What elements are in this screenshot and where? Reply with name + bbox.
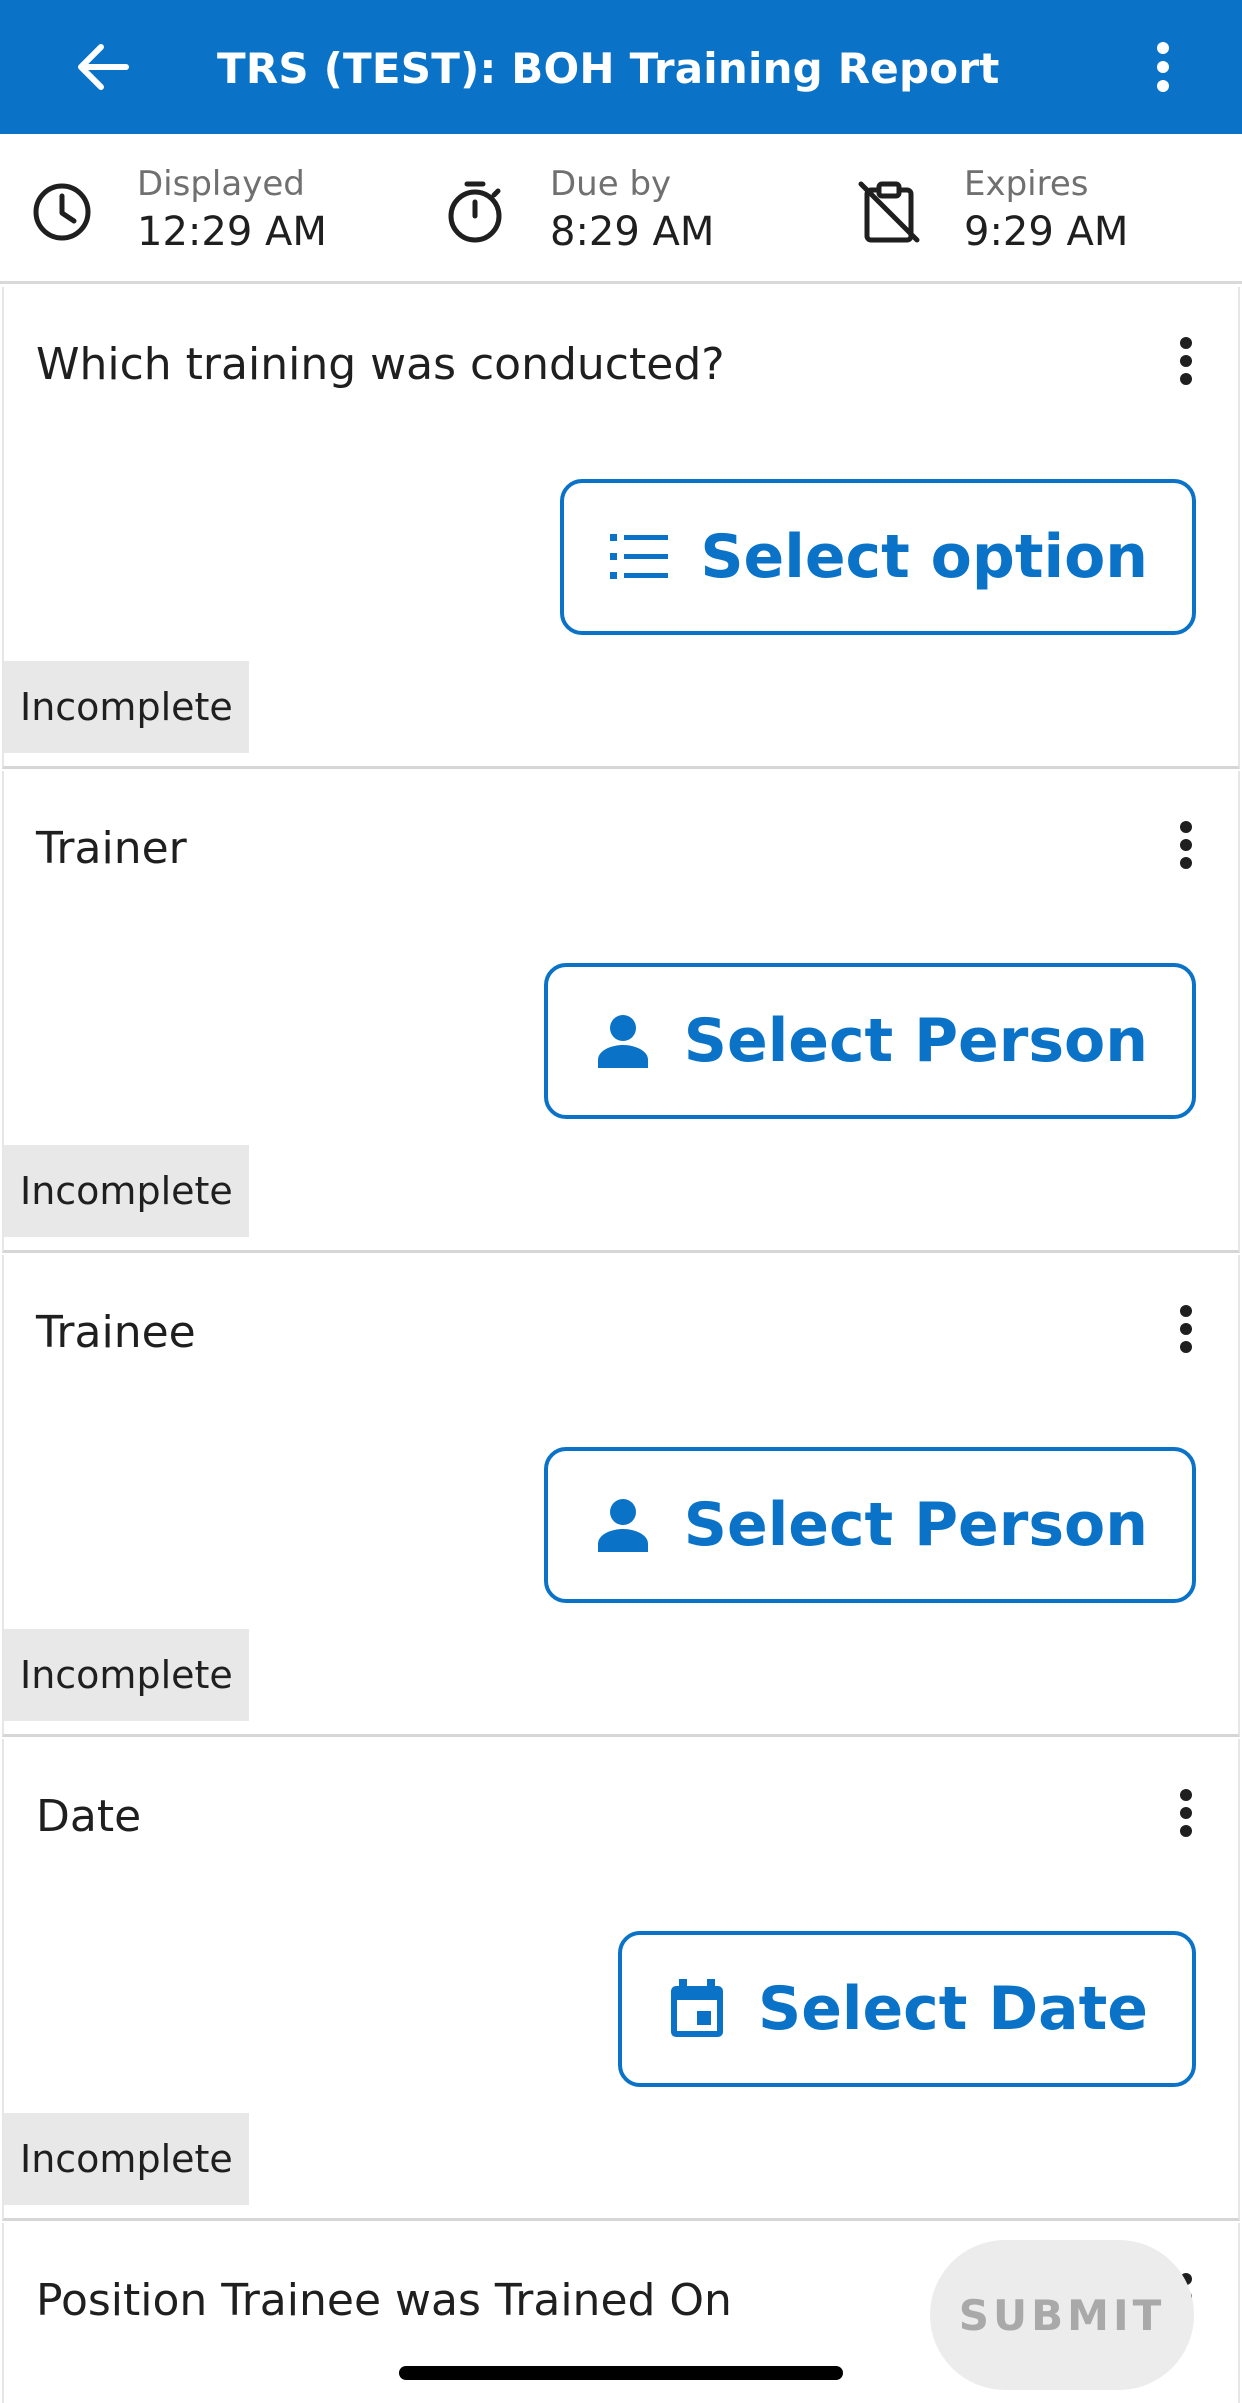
select-person-label: Select Person xyxy=(683,1490,1148,1560)
status-badge: Incomplete xyxy=(4,1145,249,1237)
expires-value: 9:29 AM xyxy=(964,209,1129,255)
calendar-icon xyxy=(666,1978,728,2040)
back-arrow-icon[interactable] xyxy=(70,34,136,100)
question-text: Date xyxy=(36,1791,142,1842)
more-vertical-icon[interactable] xyxy=(1128,34,1198,100)
select-person-button[interactable]: Select Person xyxy=(543,1447,1196,1603)
schedule-info-row: Displayed 12:29 AM Due by 8:29 AM Expire… xyxy=(0,134,1242,284)
clock-icon xyxy=(30,180,94,244)
stopwatch-icon xyxy=(443,180,507,244)
displayed-label: Displayed xyxy=(137,164,305,204)
question-text: Which training was conducted? xyxy=(36,339,725,390)
clipboard-off-icon xyxy=(857,180,921,244)
home-indicator xyxy=(399,2366,843,2380)
app-bar: TRS (TEST): BOH Training Report xyxy=(0,0,1242,134)
select-date-label: Select Date xyxy=(758,1974,1148,2044)
select-person-button[interactable]: Select Person xyxy=(543,963,1196,1119)
status-badge: Incomplete xyxy=(4,2113,249,2205)
select-option-label: Select option xyxy=(700,522,1148,592)
more-vertical-icon[interactable] xyxy=(1166,331,1206,391)
question-text: Trainee xyxy=(36,1307,196,1358)
question-card: Trainer Select Person Incomplete xyxy=(2,771,1240,1253)
question-card: Which training was conducted? Select opt… xyxy=(2,287,1240,769)
status-badge: Incomplete xyxy=(4,661,249,753)
expires-label: Expires xyxy=(964,164,1089,204)
question-text: Position Trainee was Trained On xyxy=(36,2275,732,2326)
due-value: 8:29 AM xyxy=(550,209,715,255)
select-date-button[interactable]: Select Date xyxy=(618,1931,1196,2087)
more-vertical-icon[interactable] xyxy=(1166,1299,1206,1359)
more-vertical-icon[interactable] xyxy=(1166,815,1206,875)
question-text: Trainer xyxy=(36,823,187,874)
submit-button[interactable]: SUBMIT xyxy=(930,2240,1194,2390)
select-person-label: Select Person xyxy=(683,1006,1148,1076)
displayed-value: 12:29 AM xyxy=(137,209,327,255)
list-icon xyxy=(608,526,670,588)
question-card: Trainee Select Person Incomplete xyxy=(2,1255,1240,1737)
more-vertical-icon[interactable] xyxy=(1166,1783,1206,1843)
due-label: Due by xyxy=(550,164,672,204)
select-option-button[interactable]: Select option xyxy=(560,479,1196,635)
person-icon xyxy=(592,1494,654,1556)
status-badge: Incomplete xyxy=(4,1629,249,1721)
question-card: Date Select Date Incomplete xyxy=(2,1739,1240,2221)
person-icon xyxy=(592,1010,654,1072)
page-title: TRS (TEST): BOH Training Report xyxy=(217,44,1000,93)
